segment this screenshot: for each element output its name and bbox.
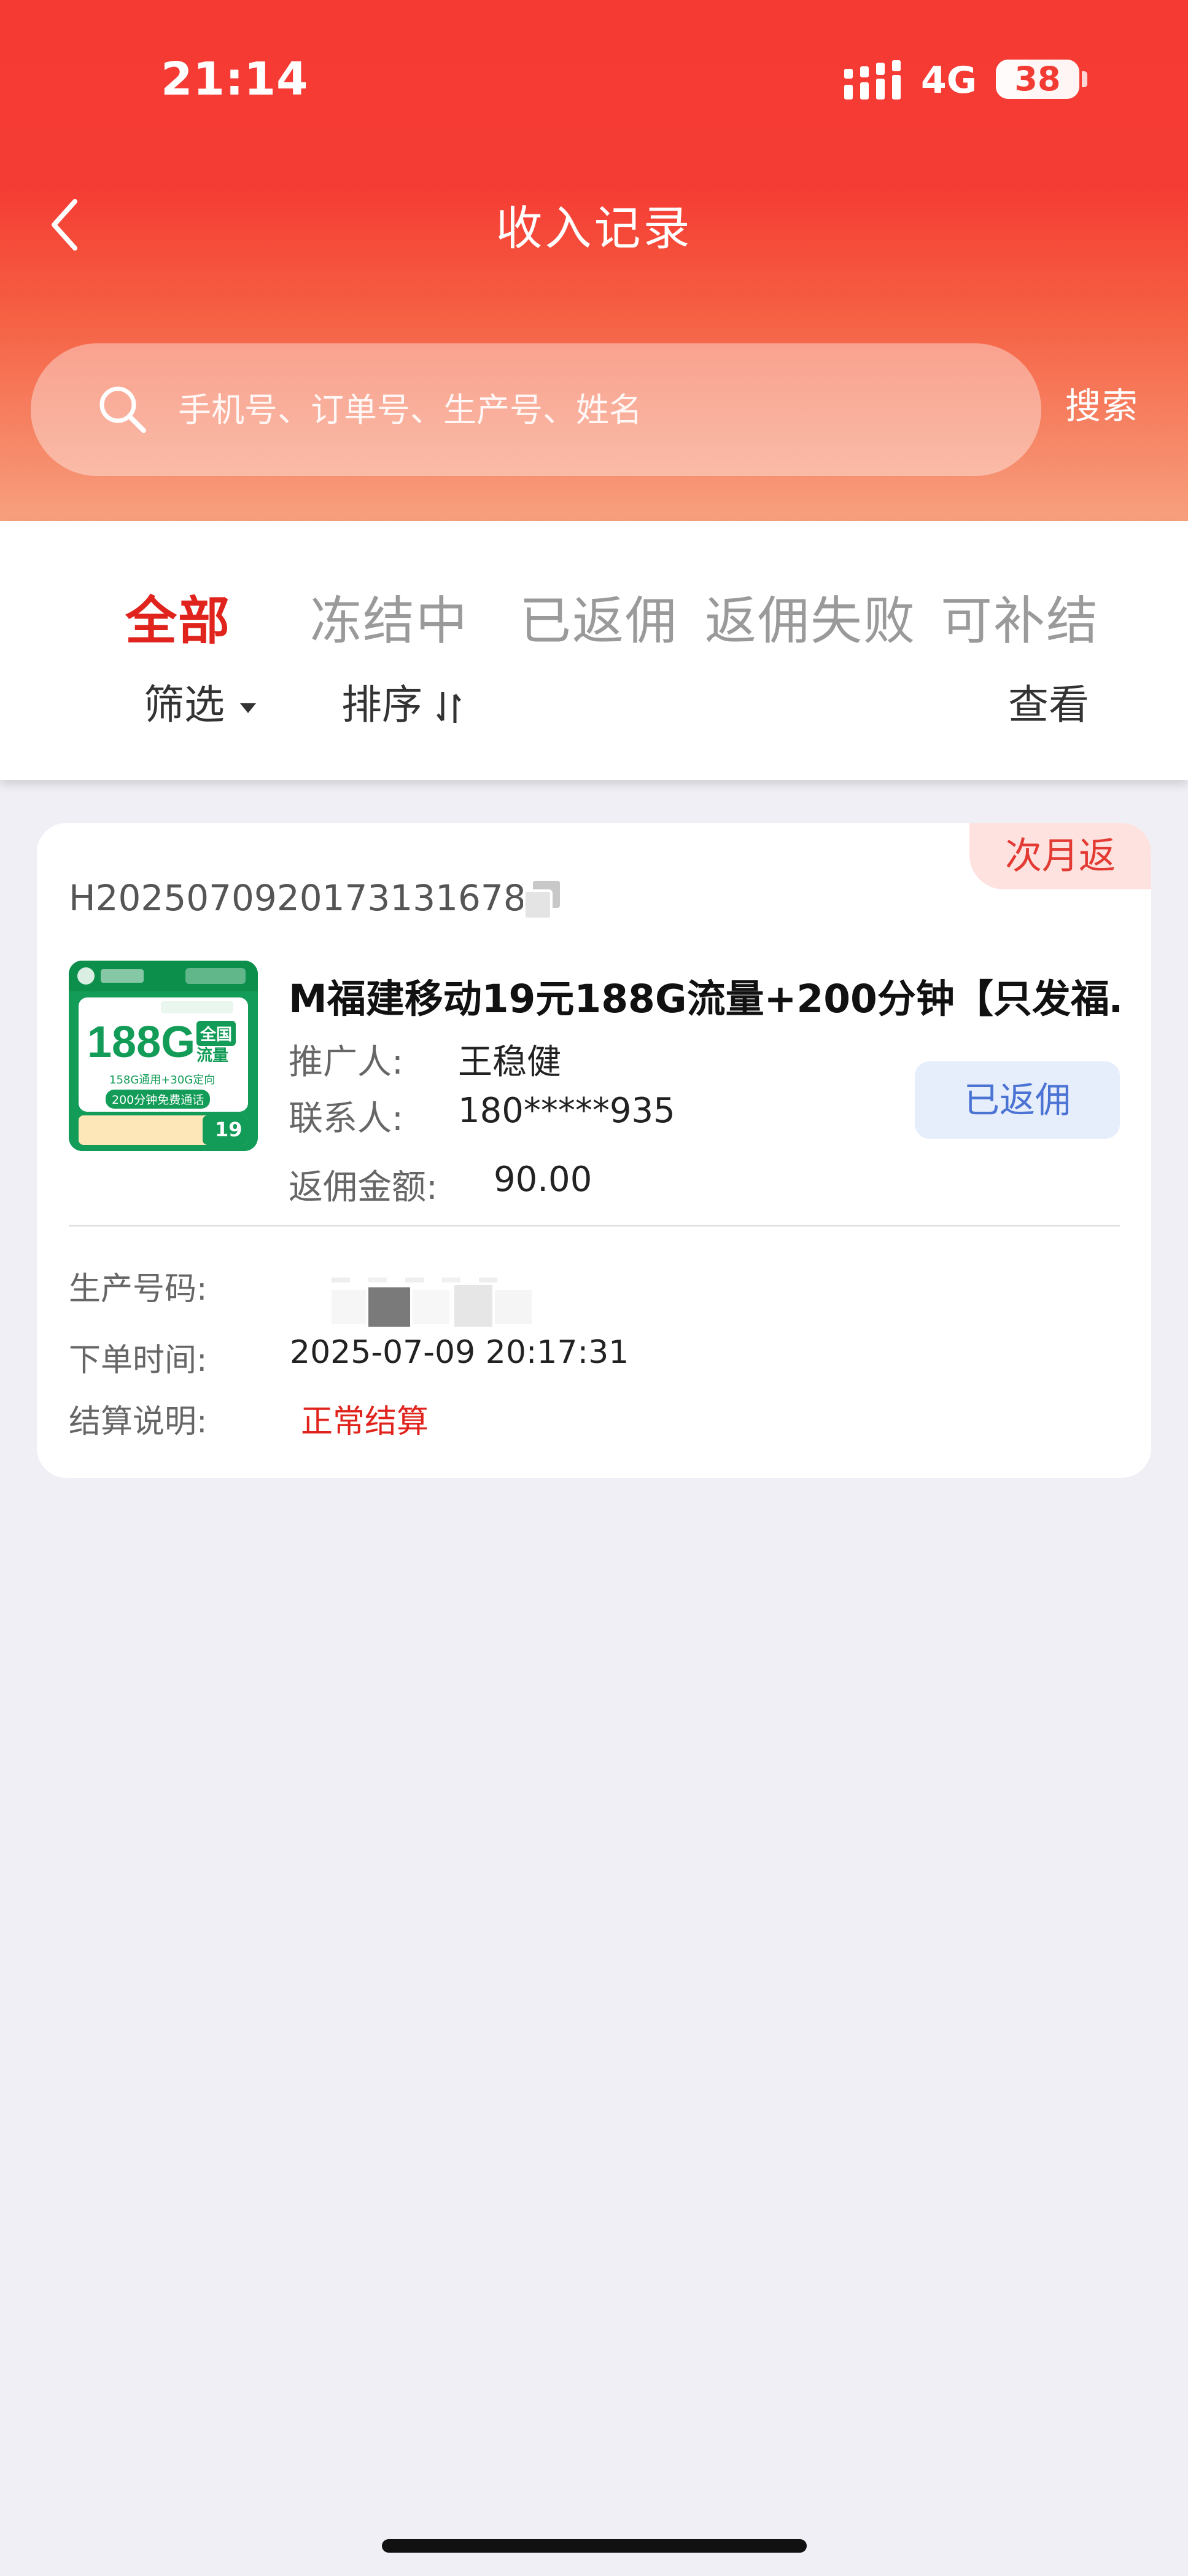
settlement-label: 结算说明: (69, 1403, 208, 1440)
copy-icon[interactable] (519, 877, 565, 923)
search-button[interactable]: 搜索 (1065, 377, 1139, 429)
battery-level: 38 (1014, 60, 1061, 98)
signal-icon (844, 60, 901, 100)
search-bar[interactable] (31, 343, 1041, 476)
header: 21:14 4G 38 收入记录 手机号、订单号、生产号、姓名 搜索 (0, 0, 1188, 521)
thumb-side-text-1: 全国 (196, 1021, 236, 1046)
order-number: H2025070920173131678 (69, 877, 526, 919)
search-icon (99, 386, 146, 433)
network-type: 4G (921, 59, 977, 102)
sort-arrows-icon (437, 692, 461, 723)
order-time-label: 下单时间: (69, 1342, 208, 1379)
order-time-value: 2025-07-09 20:17:31 (290, 1334, 629, 1371)
promoter-row: 推广人: (289, 1034, 403, 1084)
amount-value: 90.00 (494, 1160, 592, 1200)
product-title: M福建移动19元188G流量+200分钟【只发福… (289, 977, 1124, 1021)
battery-icon: 38 (996, 60, 1079, 99)
thumb-big-text: 188G (87, 1018, 196, 1067)
sort-label: 排序 (341, 681, 422, 728)
income-records-page: 21:14 4G 38 收入记录 手机号、订单号、生产号、姓名 搜索 全部 冻结… (0, 0, 1188, 2576)
home-indicator (382, 2539, 807, 2553)
promoter-value: 王稳健 (458, 1042, 561, 1082)
caret-down-icon (239, 703, 256, 713)
thumb-side-text-2: 流量 (196, 1047, 229, 1065)
amount-label: 返佣金额: (289, 1168, 438, 1208)
filter-panel: 全部 冻结中 已返佣 返佣失败 可补结 筛选 排序 查看 (0, 521, 1188, 780)
order-card[interactable]: 次月返 H2025070920173131678 188G 全国 流量 158G… (37, 823, 1151, 1478)
tab-all[interactable]: 全部 (125, 580, 231, 654)
amount-row: 返佣金额: (289, 1160, 438, 1209)
status-bar: 21:14 4G 38 (0, 0, 1188, 160)
status-time: 21:14 (161, 53, 309, 106)
view-button[interactable]: 查看 (1008, 672, 1089, 731)
search-input[interactable] (178, 379, 976, 440)
production-label: 生产号码: (69, 1271, 208, 1308)
contact-label: 联系人: (289, 1099, 403, 1139)
tab-resettleable[interactable]: 可补结 (941, 580, 1099, 654)
settlement-value: 正常结算 (301, 1403, 429, 1440)
thumb-line-2: 200分钟免费通话 (106, 1090, 211, 1109)
sort-button[interactable]: 排序 (341, 672, 462, 731)
filter-label: 筛选 (144, 681, 225, 728)
contact-value: 180*****935 (458, 1091, 675, 1131)
tab-frozen[interactable]: 冻结中 (310, 580, 468, 654)
contact-row: 联系人: (289, 1091, 403, 1141)
settlement-tag: 次月返 (969, 823, 1151, 889)
filter-button[interactable]: 筛选 (144, 672, 258, 731)
thumb-line-1: 158G通用+30G定向 (109, 1074, 215, 1087)
thumb-price: 19 (215, 1118, 243, 1141)
divider (69, 1225, 1120, 1227)
page-title: 收入记录 (495, 201, 693, 256)
product-thumbnail: 188G 全国 流量 158G通用+30G定向 200分钟免费通话 19 (69, 961, 258, 1151)
status-button[interactable]: 已返佣 (915, 1061, 1120, 1139)
battery-nub (1082, 71, 1087, 87)
tab-commission-paid[interactable]: 已返佣 (519, 580, 678, 654)
tab-commission-failed[interactable]: 返佣失败 (705, 580, 916, 654)
promoter-label: 推广人: (289, 1042, 403, 1082)
